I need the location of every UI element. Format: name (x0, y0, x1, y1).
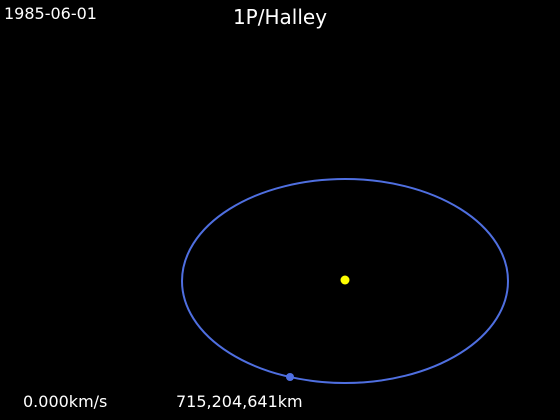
speed-readout: 0.000km/s (23, 392, 108, 411)
distance-readout: 715,204,641km (176, 392, 303, 411)
sun-marker (340, 275, 350, 285)
comet-marker (286, 373, 294, 381)
orbit-diagram (181, 178, 509, 384)
animation-frame: 1985-06-01 1P/Halley 0.000km/s 715,204,6… (0, 0, 560, 420)
